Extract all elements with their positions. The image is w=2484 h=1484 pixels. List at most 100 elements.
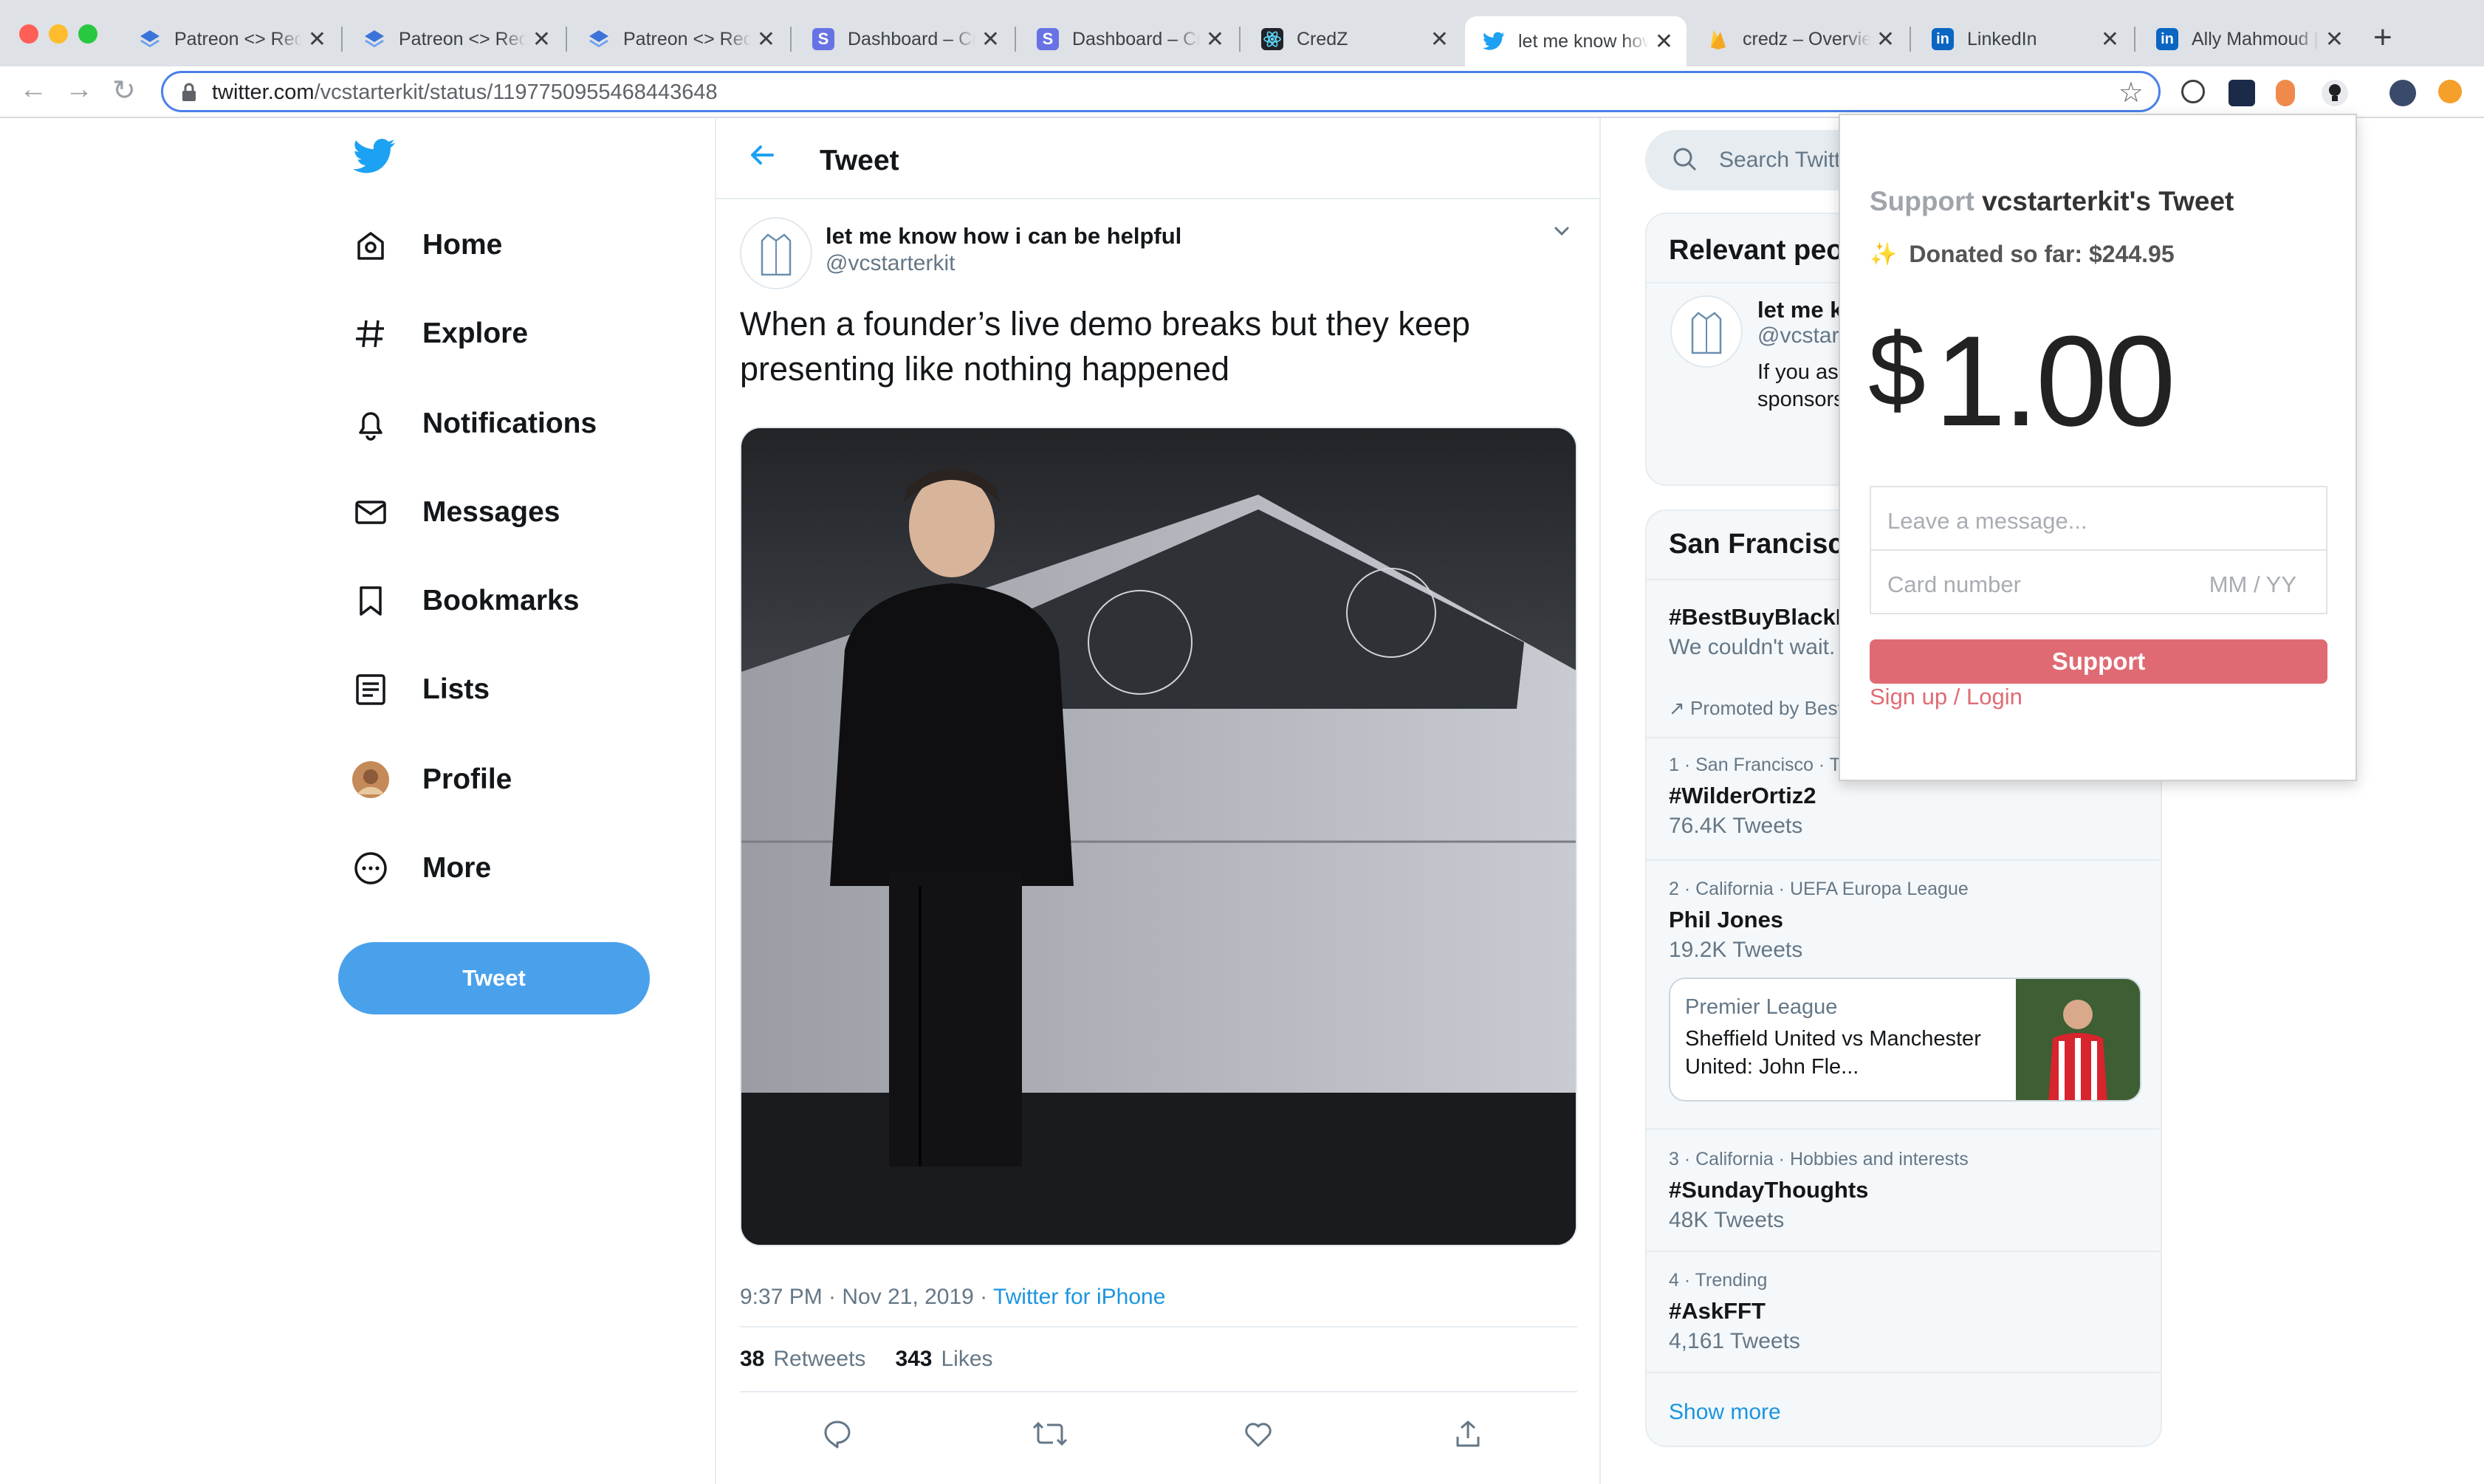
tweet-text: When a founder’s live demo breaks but th… xyxy=(740,305,1470,388)
tab-title: credz – Overview xyxy=(1743,28,1870,49)
retweet-icon[interactable] xyxy=(1031,1418,1069,1454)
tab-close-icon[interactable]: ✕ xyxy=(308,27,326,52)
expiry-placeholder[interactable]: MM / YY xyxy=(2209,571,2296,598)
bookmark-icon xyxy=(351,582,390,620)
like-count[interactable]: 343 xyxy=(895,1347,932,1372)
sidebar-item-profile[interactable]: Profile xyxy=(351,758,512,802)
sidebar-item-home[interactable]: Home xyxy=(351,223,502,267)
trend-count: 19.2K Tweets xyxy=(1669,938,1803,962)
twitter-logo-icon[interactable] xyxy=(353,139,396,178)
message-input[interactable]: Leave a message... xyxy=(1870,486,2327,551)
trend-item[interactable]: 2 · California · UEFA Europa League Phil… xyxy=(1647,859,2161,1128)
trend-meta: 2 · California · UEFA Europa League xyxy=(1669,879,1969,899)
browser-tab[interactable]: credz – Overview ✕ xyxy=(1689,16,1908,62)
sidebar-item-lists[interactable]: Lists xyxy=(351,667,490,712)
tab-close-icon[interactable]: ✕ xyxy=(2101,27,2119,52)
trend-item[interactable]: 4 · Trending #AskFFT 4,161 Tweets xyxy=(1647,1251,2161,1373)
browser-tab[interactable]: CredZ ✕ xyxy=(1243,16,1462,62)
tab-separator xyxy=(341,27,343,52)
new-tab-button[interactable]: + xyxy=(2373,19,2392,56)
browser-tab[interactable]: Patreon <> Reddit ✕ xyxy=(570,16,789,62)
retweets-label[interactable]: Retweets xyxy=(773,1347,865,1372)
browser-toolbar: ← → ↻ twitter.com/vcstarterkit/status/11… xyxy=(0,66,2484,118)
popup-title-prefix: Support xyxy=(1870,186,1974,216)
back-arrow-icon[interactable]: ← xyxy=(19,74,47,106)
tab-title: CredZ xyxy=(1297,28,1348,49)
signup-login-link[interactable]: Sign up / Login xyxy=(1870,684,2022,710)
tab-close-icon[interactable]: ✕ xyxy=(757,27,775,52)
card-number-input[interactable]: Card number MM / YY xyxy=(1870,549,2327,614)
tab-title: Patreon <> Reddit xyxy=(623,28,751,49)
tweet-source-link[interactable]: Twitter for iPhone xyxy=(993,1285,1165,1309)
url-path: /vcstarterkit/status/1197750955468443648 xyxy=(314,80,718,104)
browser-tab[interactable]: S Dashboard – Credz ✕ xyxy=(1019,16,1238,62)
trend-name: Phil Jones xyxy=(1669,907,1784,932)
sidebar-item-messages[interactable]: Messages xyxy=(351,490,560,535)
author-avatar[interactable] xyxy=(740,217,812,289)
react-icon xyxy=(1261,28,1283,50)
tweet-media-image[interactable] xyxy=(740,427,1577,1246)
relevant-avatar[interactable] xyxy=(1670,295,1743,368)
retweet-count[interactable]: 38 xyxy=(740,1347,764,1372)
like-heart-icon[interactable] xyxy=(1242,1418,1274,1454)
likes-label[interactable]: Likes xyxy=(941,1347,993,1372)
tab-close-icon[interactable]: ✕ xyxy=(1430,27,1449,52)
tweet-button[interactable]: Tweet xyxy=(338,942,650,1014)
reply-icon[interactable] xyxy=(821,1418,854,1454)
window-close-button[interactable] xyxy=(19,24,38,44)
extension-react-devtools-icon[interactable] xyxy=(2229,80,2255,106)
tab-separator xyxy=(1239,27,1241,52)
browser-tab[interactable]: Patreon <> Reddit ✕ xyxy=(121,16,340,62)
sidebar-item-notifications[interactable]: Notifications xyxy=(351,402,597,446)
bookmark-star-icon[interactable]: ☆ xyxy=(2118,76,2144,109)
trend-name: #WilderOrtiz2 xyxy=(1669,783,1816,808)
linkedin-icon: in xyxy=(1932,28,1954,50)
support-button[interactable]: Support xyxy=(1870,639,2327,684)
browser-tab-active[interactable]: let me know how i can be helpful ✕ xyxy=(1465,16,1687,66)
browser-tab[interactable]: S Dashboard – Credz ✕ xyxy=(795,16,1013,62)
tab-close-icon[interactable]: ✕ xyxy=(532,27,551,52)
share-icon[interactable] xyxy=(1452,1418,1484,1454)
profile-avatar[interactable] xyxy=(2389,80,2416,106)
layers-icon xyxy=(139,28,161,50)
amount-value[interactable]: 1.00 xyxy=(1935,315,2176,447)
home-icon xyxy=(351,226,390,264)
tab-close-icon[interactable]: ✕ xyxy=(1206,27,1224,52)
sidebar-item-bookmarks[interactable]: Bookmarks xyxy=(351,579,579,623)
avatar-icon xyxy=(351,760,390,799)
extension-1password-icon[interactable] xyxy=(2181,80,2205,103)
message-placeholder: Leave a message... xyxy=(1887,508,2087,534)
sparkle-icon: ✨ xyxy=(1870,242,1898,267)
tab-close-icon[interactable]: ✕ xyxy=(1655,29,1673,55)
trend-item[interactable]: 3 · California · Hobbies and interests #… xyxy=(1647,1128,2161,1251)
reload-icon[interactable]: ↻ xyxy=(112,74,136,107)
address-bar[interactable]: twitter.com/vcstarterkit/status/11977509… xyxy=(161,71,2161,112)
author-handle[interactable]: @vcstarterkit xyxy=(826,251,955,276)
donation-amount[interactable]: $1.00 xyxy=(1868,315,2176,447)
window-maximize-button[interactable] xyxy=(78,24,97,44)
tab-close-icon[interactable]: ✕ xyxy=(1876,27,1895,52)
sidebar-item-label: Bookmarks xyxy=(422,585,580,616)
tab-close-icon[interactable]: ✕ xyxy=(2325,27,2344,52)
author-name[interactable]: let me know how i can be helpful xyxy=(826,223,1181,250)
browser-tab[interactable]: in LinkedIn ✕ xyxy=(1914,16,2133,62)
update-badge-icon[interactable] xyxy=(2438,80,2462,103)
news-card[interactable]: Premier League Sheffield United vs Manch… xyxy=(1669,978,2141,1102)
tab-separator xyxy=(1910,27,1911,52)
extension-orange-icon[interactable] xyxy=(2276,80,2295,106)
sidebar-item-explore[interactable]: Explore xyxy=(351,312,528,356)
chevron-down-icon[interactable] xyxy=(1551,220,1573,246)
tab-close-icon[interactable]: ✕ xyxy=(981,27,1000,52)
extension-credz-bulb-icon[interactable] xyxy=(2322,80,2348,106)
window-minimize-button[interactable] xyxy=(49,24,68,44)
browser-tab[interactable]: in Ally Mahmoud | LinkedIn ✕ xyxy=(2138,16,2357,62)
envelope-icon xyxy=(351,493,390,532)
sidebar-item-more[interactable]: More xyxy=(351,846,491,890)
show-more-link[interactable]: Show more xyxy=(1669,1400,1781,1425)
browser-tab[interactable]: Patreon <> Reddit ✕ xyxy=(346,16,564,62)
back-arrow-icon[interactable] xyxy=(747,140,777,174)
tab-title: LinkedIn xyxy=(1967,28,2037,49)
sidebar-item-label: Lists xyxy=(422,673,490,705)
tab-title: Dashboard – Credz xyxy=(848,28,975,49)
forward-arrow-icon[interactable]: → xyxy=(65,74,93,106)
